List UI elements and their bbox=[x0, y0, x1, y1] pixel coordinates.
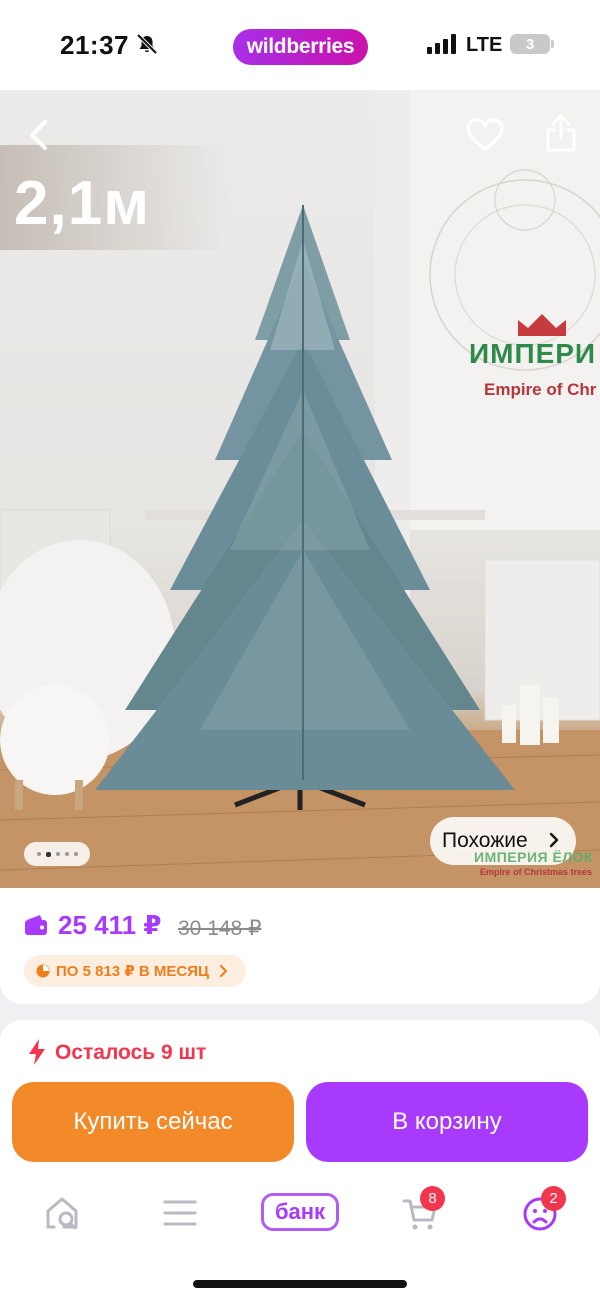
gallery-dot bbox=[64, 852, 69, 856]
heart-icon bbox=[466, 118, 504, 151]
share-icon bbox=[546, 114, 576, 152]
catalog-icon bbox=[163, 1200, 197, 1226]
purchase-card: Осталось 9 шт Купить сейчас В корзину bbox=[0, 1020, 600, 1300]
gallery-dot bbox=[36, 852, 41, 856]
gallery-dot-active bbox=[45, 851, 51, 857]
signal-icon bbox=[427, 34, 456, 54]
share-button[interactable] bbox=[538, 110, 584, 156]
size-label: 2,1м bbox=[14, 169, 151, 238]
add-to-cart-button[interactable]: В корзину bbox=[306, 1082, 588, 1162]
tab-catalog[interactable] bbox=[155, 1188, 205, 1238]
wallet-icon bbox=[25, 915, 47, 935]
battery-cap bbox=[551, 40, 554, 48]
status-bar: 21:37 wildberries LTE 3 bbox=[0, 0, 600, 90]
watermark-ru: ИМПЕРИЯ ЁЛОК bbox=[474, 849, 594, 865]
old-price: 30 148 ₽ bbox=[178, 917, 262, 940]
gallery-pagination bbox=[24, 842, 90, 866]
gallery-dot bbox=[55, 852, 60, 856]
home-indicator bbox=[193, 1280, 407, 1288]
profile-badge: 2 bbox=[541, 1186, 566, 1211]
installment-label: ПО 5 813 ₽ В МЕСЯЦ bbox=[56, 963, 209, 980]
network-label: LTE bbox=[466, 34, 503, 56]
favorite-button[interactable] bbox=[462, 112, 508, 158]
price-card: 25 411 ₽ 30 148 ₽ ПО 5 813 ₽ В МЕСЯЦ bbox=[0, 888, 600, 1004]
product-page: 21:37 wildberries LTE 3 2,1м ИМПЕРИ Empi… bbox=[0, 0, 600, 1300]
home-search-icon bbox=[46, 1197, 78, 1230]
bolt-icon bbox=[29, 1039, 45, 1065]
stock-remaining: Осталось 9 шт bbox=[55, 1041, 207, 1064]
image-brand-ru: ИМПЕРИ bbox=[469, 338, 597, 369]
image-brand-en: Empire of Chr bbox=[484, 380, 597, 399]
buy-now-button[interactable]: Купить сейчас bbox=[12, 1082, 294, 1162]
bell-muted-icon bbox=[136, 33, 158, 55]
gallery-dot bbox=[73, 852, 78, 856]
back-button[interactable] bbox=[16, 112, 62, 158]
installment-icon bbox=[36, 964, 50, 978]
back-icon bbox=[30, 120, 47, 150]
chevron-right-icon bbox=[549, 832, 559, 848]
installment-button[interactable]: ПО 5 813 ₽ В МЕСЯЦ bbox=[24, 955, 246, 987]
status-time: 21:37 bbox=[60, 30, 129, 60]
current-price: 25 411 ₽ bbox=[58, 910, 162, 940]
cart-badge: 8 bbox=[420, 1186, 445, 1211]
tab-home[interactable] bbox=[37, 1188, 87, 1238]
brand-logo: wildberries bbox=[233, 29, 368, 65]
chevron-right-icon bbox=[220, 965, 227, 977]
watermark-en: Empire of Christmas trees bbox=[480, 867, 593, 877]
product-image-gallery[interactable]: 2,1м ИМПЕРИ Empire of Chr Похожие ИМПЕРИ… bbox=[0, 90, 600, 888]
battery-icon: 3 bbox=[510, 34, 550, 54]
tab-bank[interactable]: банк bbox=[261, 1193, 339, 1231]
